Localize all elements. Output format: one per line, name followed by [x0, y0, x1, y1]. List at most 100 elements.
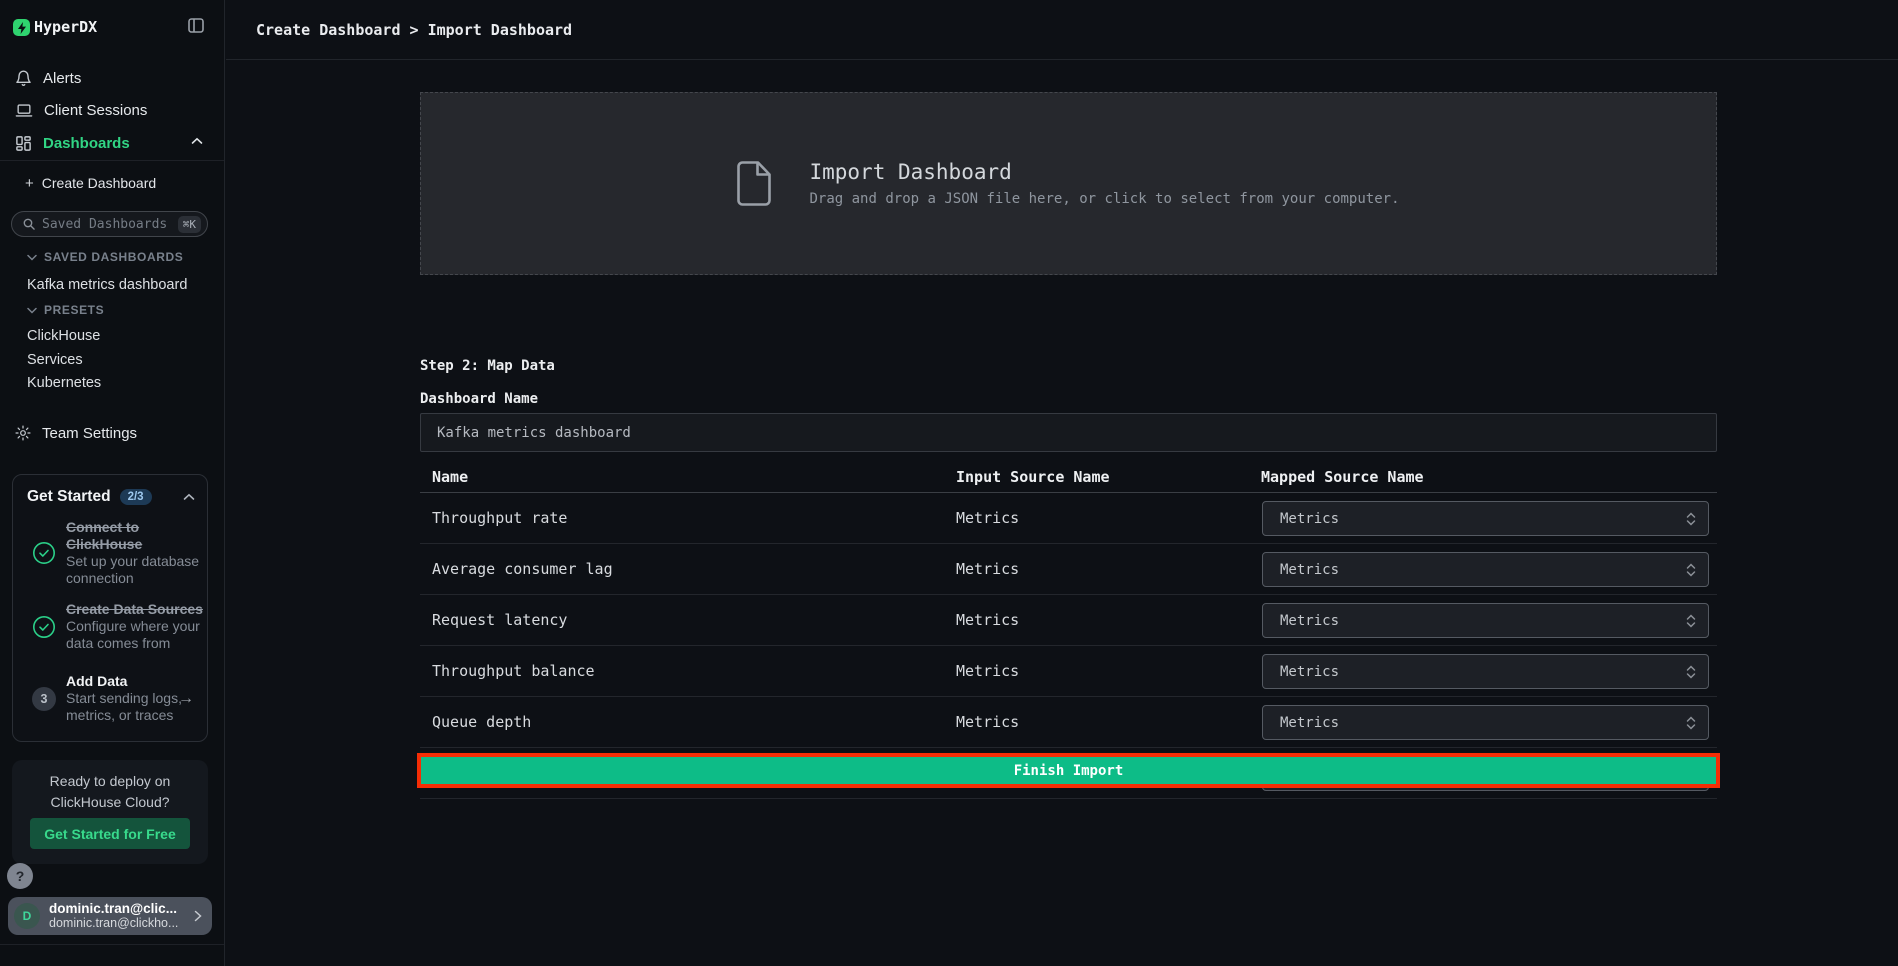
sidebar-item-team-settings[interactable]: Team Settings: [15, 421, 137, 445]
select-chevrons-icon: [1686, 614, 1696, 628]
table-row: Queue depth Metrics Metrics: [420, 697, 1717, 748]
progress-badge: 2/3: [120, 489, 152, 505]
main-content: Import Dashboard Drag and drop a JSON fi…: [226, 60, 1898, 966]
row-name: Throughput rate: [432, 493, 567, 544]
row-input-source: Metrics: [956, 697, 1019, 748]
sidebar-item-kubernetes[interactable]: Kubernetes: [27, 375, 101, 391]
file-icon: [737, 161, 771, 206]
arrow-right-icon[interactable]: →: [178, 690, 194, 708]
dashboard-grid-icon: [15, 135, 32, 152]
divider: [0, 944, 224, 945]
select-chevrons-icon: [1686, 563, 1696, 577]
get-started-item-desc: Configure where your data comes from: [66, 618, 204, 652]
get-started-item-connect[interactable]: Connect to ClickHouse Set up your databa…: [13, 519, 207, 587]
sidebar-item-dashboards[interactable]: Dashboards: [0, 127, 224, 159]
search-icon: [23, 218, 35, 230]
get-started-item-desc: Set up your database connection: [66, 553, 204, 587]
get-started-free-button[interactable]: Get Started for Free: [30, 818, 190, 849]
dashboard-name-label: Dashboard Name: [420, 391, 538, 407]
saved-dashboards-search-input[interactable]: Saved Dashboards ⌘K: [11, 211, 208, 237]
section-label: SAVED DASHBOARDS: [44, 250, 183, 264]
mapping-table: Name Input Source Name Mapped Source Nam…: [420, 464, 1717, 799]
column-header-input-source: Input Source Name: [956, 464, 1110, 490]
breadcrumb: Create Dashboard > Import Dashboard: [256, 0, 572, 60]
dashboard-name-input[interactable]: [420, 413, 1717, 452]
clickhouse-cloud-card: Ready to deploy on ClickHouse Cloud? Get…: [12, 760, 208, 864]
sidebar: HyperDX Alerts Client Sessions Dashboard…: [0, 0, 225, 966]
select-chevrons-icon: [1686, 716, 1696, 730]
get-started-card: Get Started 2/3 Connect to ClickHouse Se…: [12, 474, 208, 742]
user-menu[interactable]: D dominic.tran@clic... dominic.tran@clic…: [8, 897, 212, 935]
table-row: Average consumer lag Metrics Metrics: [420, 544, 1717, 595]
get-started-item-title: Add Data: [66, 673, 204, 690]
check-circle-icon: [32, 541, 56, 565]
dropzone-subtitle: Drag and drop a JSON file here, or click…: [809, 191, 1399, 207]
mapped-source-select[interactable]: Metrics: [1262, 654, 1709, 689]
chevron-up-icon[interactable]: [183, 493, 195, 501]
row-name: Throughput balance: [432, 646, 595, 697]
step-title: Step 2: Map Data: [420, 358, 555, 374]
select-value: Metrics: [1280, 715, 1339, 731]
cloud-card-line2: ClickHouse Cloud?: [12, 792, 208, 813]
row-input-source: Metrics: [956, 493, 1019, 544]
select-chevrons-icon: [1686, 512, 1696, 526]
select-value: Metrics: [1280, 664, 1339, 680]
section-saved-dashboards[interactable]: SAVED DASHBOARDS: [27, 250, 183, 264]
user-email: dominic.tran@clickho...: [49, 916, 178, 930]
column-header-name: Name: [432, 464, 468, 490]
sidebar-item-kafka-metrics-dashboard[interactable]: Kafka metrics dashboard: [27, 277, 187, 293]
brand-name: HyperDX: [34, 18, 97, 36]
brand-row: HyperDX: [0, 14, 224, 42]
bell-icon: [15, 70, 32, 87]
plus-icon: +: [25, 175, 34, 192]
sidebar-item-label: Dashboards: [43, 135, 130, 152]
topbar: Create Dashboard > Import Dashboard: [226, 0, 1898, 60]
sidebar-item-label: Alerts: [43, 70, 81, 87]
row-input-source: Metrics: [956, 544, 1019, 595]
column-header-mapped-source: Mapped Source Name: [1261, 464, 1424, 490]
table-header-row: Name Input Source Name Mapped Source Nam…: [420, 464, 1717, 493]
row-name: Queue depth: [432, 697, 531, 748]
sidebar-item-services[interactable]: Services: [27, 352, 83, 368]
avatar: D: [14, 903, 40, 929]
sidebar-collapse-icon[interactable]: [188, 18, 204, 33]
get-started-item-title: Create Data Sources: [66, 601, 204, 618]
row-input-source: Metrics: [956, 595, 1019, 646]
mapped-source-select[interactable]: Metrics: [1262, 501, 1709, 536]
mapped-source-select[interactable]: Metrics: [1262, 552, 1709, 587]
table-row: Request latency Metrics Metrics: [420, 595, 1717, 646]
get-started-item-sources[interactable]: Create Data Sources Configure where your…: [13, 601, 207, 652]
row-input-source: Metrics: [956, 646, 1019, 697]
sidebar-item-alerts[interactable]: Alerts: [0, 62, 224, 94]
sidebar-item-client-sessions[interactable]: Client Sessions: [0, 94, 224, 126]
row-name: Average consumer lag: [432, 544, 613, 595]
dropzone-title: Import Dashboard: [809, 160, 1399, 184]
get-started-title: Get Started: [27, 488, 111, 506]
import-dropzone[interactable]: Import Dashboard Drag and drop a JSON fi…: [420, 92, 1717, 275]
chevron-down-icon: [27, 307, 37, 314]
get-started-item-add-data[interactable]: 3 Add Data Start sending logs, metrics, …: [13, 673, 207, 724]
create-dashboard-button[interactable]: + Create Dashboard: [25, 172, 156, 194]
get-started-header[interactable]: Get Started 2/3: [27, 487, 195, 507]
table-row: Throughput balance Metrics Metrics: [420, 646, 1717, 697]
select-value: Metrics: [1280, 511, 1339, 527]
mapped-source-select[interactable]: Metrics: [1262, 705, 1709, 740]
search-placeholder: Saved Dashboards: [42, 217, 171, 232]
keyboard-shortcut-badge: ⌘K: [178, 216, 201, 233]
chevron-down-icon: [27, 254, 37, 261]
gear-icon: [15, 425, 31, 441]
chevron-up-icon[interactable]: [191, 137, 203, 145]
finish-import-label: Finish Import: [1014, 763, 1124, 779]
hyperdx-logo-icon: [13, 19, 30, 36]
check-circle-icon: [32, 615, 56, 639]
divider: [0, 160, 224, 161]
user-name: dominic.tran@clic...: [49, 902, 178, 916]
mapped-source-select[interactable]: Metrics: [1262, 603, 1709, 638]
help-button[interactable]: ?: [7, 863, 33, 889]
sidebar-item-label: Client Sessions: [44, 102, 147, 119]
sidebar-item-clickhouse[interactable]: ClickHouse: [27, 328, 100, 344]
section-label: PRESETS: [44, 303, 104, 317]
select-value: Metrics: [1280, 562, 1339, 578]
section-presets[interactable]: PRESETS: [27, 303, 104, 317]
finish-import-button[interactable]: Finish Import: [417, 753, 1720, 788]
